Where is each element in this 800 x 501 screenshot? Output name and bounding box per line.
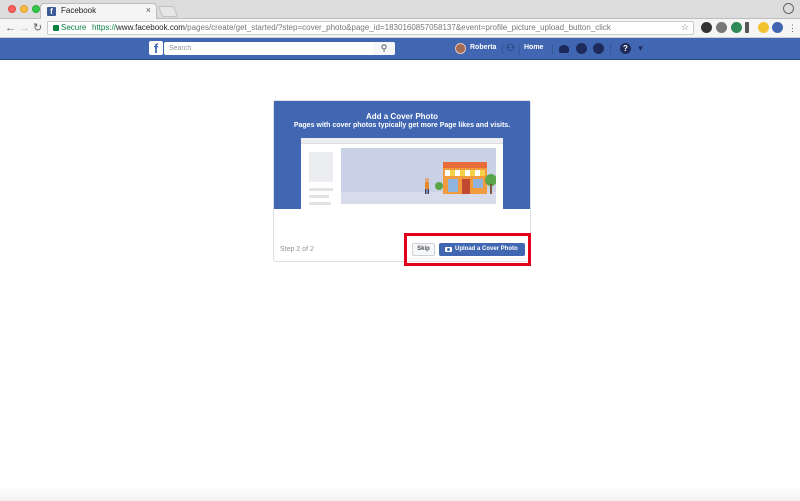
window-bottom-edge xyxy=(0,485,800,501)
help-icon[interactable]: ? xyxy=(620,43,631,54)
preview-side-line xyxy=(309,195,329,198)
facebook-favicon-icon: f xyxy=(47,7,56,16)
browser-tab-bar: f Facebook × xyxy=(0,0,800,20)
tab-close-icon[interactable]: × xyxy=(146,5,151,15)
browser-toolbar: ← → ↻ Secure https://www.facebook.com/pa… xyxy=(0,19,800,38)
facebook-logo-icon[interactable]: f xyxy=(149,41,163,55)
lock-icon xyxy=(53,25,59,31)
dialog-title: Add a Cover Photo xyxy=(365,112,438,121)
profile-name-link[interactable]: Roberta xyxy=(470,44,496,51)
header-divider xyxy=(552,44,553,54)
search-icon[interactable]: ⚲ xyxy=(373,42,395,55)
preview-side-line xyxy=(309,202,331,205)
home-link[interactable]: Home xyxy=(524,44,543,51)
url-text: https://www.facebook.com/pages/create/ge… xyxy=(92,23,611,32)
url-scheme: https:// xyxy=(92,23,117,32)
bookmark-star-icon[interactable]: ☆ xyxy=(681,22,689,33)
cover-photo-hero: Add a Cover Photo Pages with cover photo… xyxy=(274,101,530,209)
preview-side-line xyxy=(309,188,333,191)
new-tab-button[interactable] xyxy=(157,6,179,17)
messenger-icon[interactable] xyxy=(576,43,587,54)
dialog-subtitle: Pages with cover photos typically get mo… xyxy=(293,122,511,129)
close-window-button[interactable] xyxy=(8,5,16,13)
highlight-box xyxy=(404,233,531,266)
preview-top-bar xyxy=(301,138,503,144)
forward-icon[interactable]: → xyxy=(19,21,30,35)
secure-label: Secure xyxy=(61,23,87,32)
url-host: www.facebook.com xyxy=(116,23,185,32)
header-divider xyxy=(519,44,520,54)
avatar[interactable] xyxy=(455,43,466,54)
extension-icon-5[interactable] xyxy=(758,22,769,33)
header-divider xyxy=(502,44,503,54)
extension-icon-3[interactable] xyxy=(731,22,742,33)
browser-menu-icon[interactable]: ⋮ xyxy=(788,21,797,35)
address-bar[interactable]: Secure https://www.facebook.com/pages/cr… xyxy=(47,21,694,35)
notifications-globe-icon[interactable] xyxy=(593,43,604,54)
chevron-down-icon[interactable]: ▾ xyxy=(635,43,646,54)
minimize-window-button[interactable] xyxy=(20,5,28,13)
page-preview-illustration xyxy=(301,138,503,209)
reload-icon[interactable]: ↻ xyxy=(33,21,42,35)
extension-icon-6[interactable] xyxy=(772,22,783,33)
preview-profile-box xyxy=(309,152,333,182)
friend-requests-icon[interactable] xyxy=(559,45,569,53)
extension-icon-2[interactable] xyxy=(716,22,727,33)
profile-icon[interactable] xyxy=(783,3,794,14)
extension-icon-1[interactable] xyxy=(701,22,712,33)
facebook-header: f ⚲ Roberta ⚇ Home ? ▾ xyxy=(0,38,800,60)
preview-cover-area xyxy=(341,148,496,204)
find-friends-icon[interactable]: ⚇ xyxy=(505,43,516,54)
storefront-illustration-icon xyxy=(425,162,496,194)
tab-title: Facebook xyxy=(61,6,97,15)
browser-tab-facebook[interactable]: f Facebook × xyxy=(40,3,157,20)
url-path: /pages/create/get_started/?step=cover_ph… xyxy=(184,23,611,32)
back-icon[interactable]: ← xyxy=(5,21,16,35)
step-indicator: Step 2 of 2 xyxy=(280,246,314,253)
search-input[interactable] xyxy=(164,42,395,55)
extension-icon-4[interactable] xyxy=(745,22,749,33)
maximize-window-button[interactable] xyxy=(32,5,40,13)
header-divider xyxy=(610,44,611,54)
